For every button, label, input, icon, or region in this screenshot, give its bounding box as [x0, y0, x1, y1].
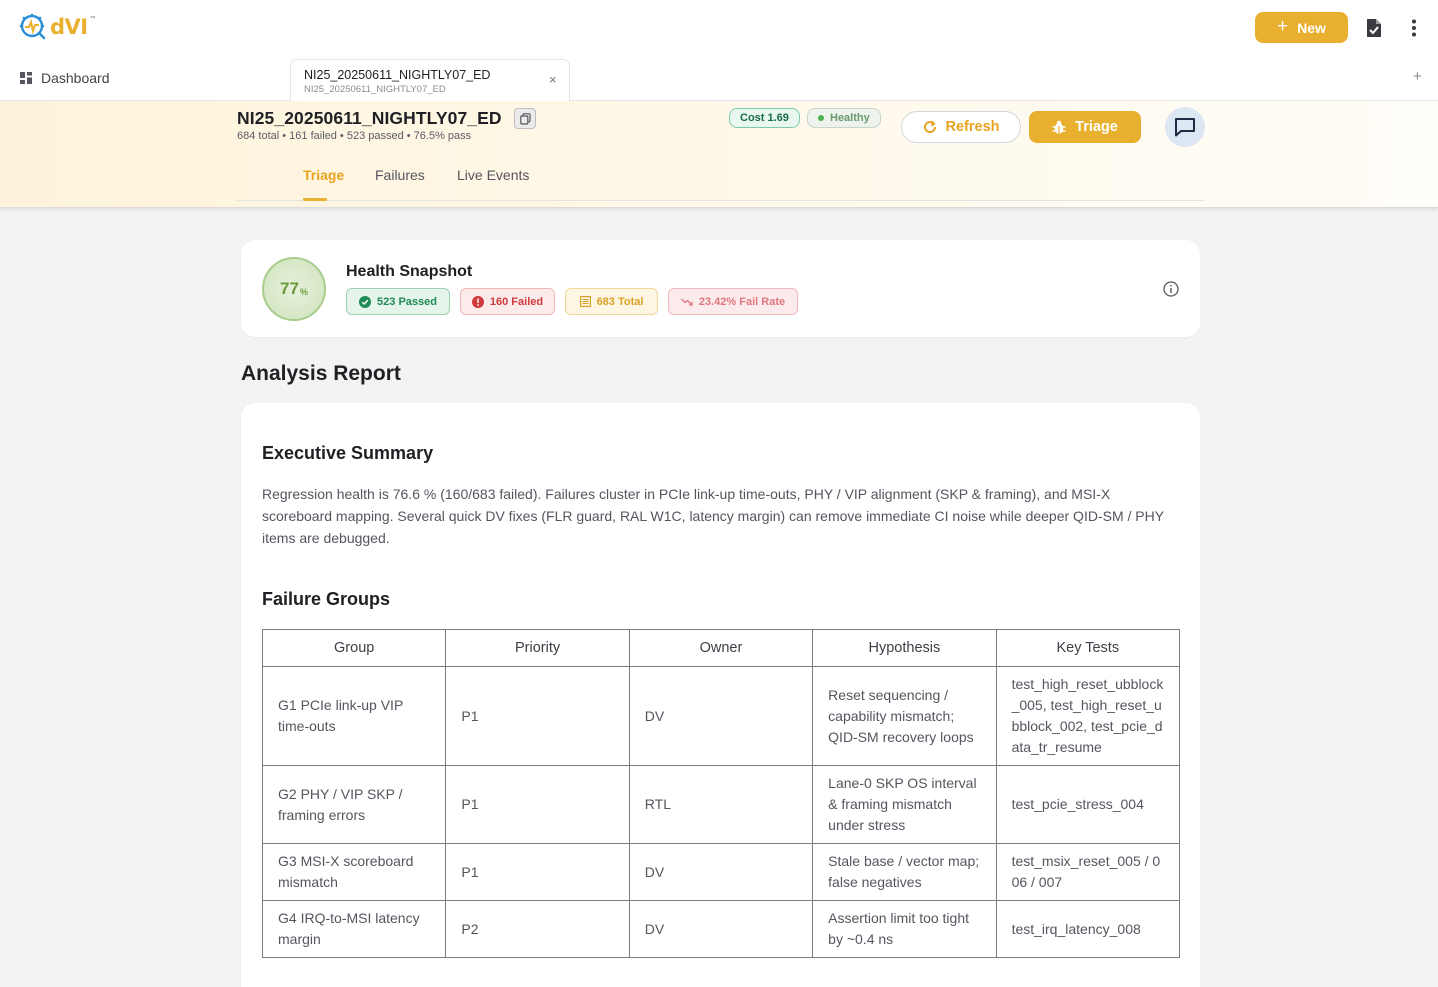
run-tab[interactable]: NI25_20250611_NIGHTLY07_ED NI25_20250611… [290, 59, 570, 102]
failed-pill: 160 Failed [460, 288, 555, 315]
top-bar: dVI ™ + New [0, 0, 1438, 56]
health-snapshot-card: 77 % Health Snapshot 523 Passed 160 Fail… [241, 240, 1200, 337]
fail-rate-pill: 23.42% Fail Rate [668, 288, 798, 315]
failed-label: 160 Failed [489, 295, 544, 308]
status-dot-icon [818, 115, 824, 121]
health-score: 77 [280, 279, 299, 298]
hypothesis-cell: Reset sequencing / capability mismatch; … [812, 666, 997, 766]
dashboard-label: Dashboard [41, 70, 110, 86]
new-button[interactable]: + New [1255, 12, 1348, 43]
refresh-label: Refresh [945, 119, 1000, 135]
cost-badge: Cost 1.69 [729, 108, 800, 128]
tab-live-events[interactable]: Live Events [457, 167, 529, 183]
dashboard-link[interactable]: Dashboard [20, 70, 110, 86]
list-icon [579, 296, 591, 307]
bug-icon [1052, 120, 1066, 134]
refresh-icon [923, 120, 936, 134]
more-vertical-icon [1412, 19, 1416, 37]
executive-summary-title: Executive Summary [262, 443, 434, 463]
run-tab-subtitle: NI25_20250611_NIGHTLY07_ED [304, 84, 446, 95]
group-cell: G1 PCIe link-up VIP time-outs [261, 666, 447, 766]
copy-icon [519, 112, 531, 125]
priority-cell: P1 [445, 765, 630, 844]
chat-button[interactable] [1165, 107, 1205, 147]
table-row: G3 MSI-X scoreboard mismatch P1 DV Stale… [261, 843, 1181, 901]
plus-icon: + [1277, 16, 1289, 37]
table-row: G2 PHY / VIP SKP / framing errors P1 RTL… [261, 765, 1181, 844]
executive-summary-text: Regression health is 76.6 % (160/683 fai… [262, 486, 1164, 546]
column-header: Owner [628, 629, 814, 667]
group-cell: G3 MSI-X scoreboard mismatch [261, 843, 447, 901]
app-logo[interactable]: dVI ™ [18, 12, 96, 42]
total-pill: 683 Total [565, 288, 658, 315]
hypothesis-cell: Stale base / vector map; false negatives [812, 843, 997, 901]
analysis-report-card: Executive Summary Regression health is 7… [241, 403, 1200, 987]
column-header: Key Tests [995, 629, 1181, 667]
logo-text: dVI [50, 15, 88, 39]
info-icon[interactable] [1162, 280, 1180, 298]
document-check-button[interactable] [1360, 14, 1388, 42]
chat-icon [1175, 118, 1195, 137]
key-tests-cell: test_high_reset_ubblock_005, test_high_r… [995, 666, 1181, 766]
table-header-row: Group Priority Owner Hypothesis Key Test… [261, 629, 1181, 667]
close-tab-icon[interactable]: × [549, 72, 557, 87]
column-header: Hypothesis [812, 629, 997, 667]
table-row: G4 IRQ-to-MSI latency margin P2 DV Asser… [261, 900, 1181, 958]
tab-triage[interactable]: Triage [303, 167, 344, 183]
priority-cell: P1 [445, 666, 630, 766]
passed-pill: 523 Passed [346, 288, 450, 315]
priority-cell: P2 [445, 900, 630, 958]
run-tab-title: NI25_20250611_NIGHTLY07_ED [304, 68, 491, 82]
column-header: Group [261, 629, 447, 667]
hypothesis-cell: Assertion limit too tight by ~0.4 ns [812, 900, 997, 958]
analysis-report-title: Analysis Report [241, 362, 401, 385]
health-title: Health Snapshot [346, 263, 473, 280]
failure-groups-title: Failure Groups [262, 589, 391, 609]
hypothesis-cell: Lane-0 SKP OS interval & framing mismatc… [812, 765, 997, 844]
run-header: NI25_20250611_NIGHTLY07_ED 684 total • 1… [0, 101, 1438, 208]
active-tab-indicator [303, 198, 327, 201]
health-badge-label: Healthy [830, 112, 870, 124]
passed-label: 523 Passed [377, 295, 437, 308]
document-check-icon [1367, 19, 1381, 37]
priority-cell: P1 [445, 843, 630, 901]
check-circle-icon [359, 295, 372, 308]
column-header: Priority [445, 629, 630, 667]
owner-cell: RTL [628, 765, 814, 844]
owner-cell: DV [628, 843, 814, 901]
new-button-label: New [1297, 19, 1326, 36]
more-options-button[interactable] [1400, 14, 1428, 42]
tab-failures[interactable]: Failures [375, 167, 425, 183]
key-tests-cell: test_msix_reset_005 / 006 / 007 [995, 843, 1181, 901]
key-tests-cell: test_pcie_stress_004 [995, 765, 1181, 844]
owner-cell: DV [628, 900, 814, 958]
add-tab-icon[interactable]: + [1413, 68, 1422, 85]
copy-title-button[interactable] [514, 108, 536, 129]
run-title: NI25_20250611_NIGHTLY07_ED [237, 108, 502, 128]
run-summary: 684 total • 161 failed • 523 passed • 76… [237, 130, 472, 142]
tab-bar: Dashboard NI25_20250611_NIGHTLY07_ED NI2… [0, 56, 1438, 102]
health-badge: Healthy [807, 108, 881, 128]
logo-icon [19, 13, 46, 40]
triage-button[interactable]: Triage [1029, 111, 1141, 143]
health-score-unit: % [299, 287, 308, 297]
logo-trademark: ™ [89, 16, 96, 22]
group-cell: G2 PHY / VIP SKP / framing errors [261, 765, 447, 844]
triage-label: Triage [1075, 119, 1118, 135]
run-subtabs: Triage Failures Live Events [237, 157, 1205, 201]
trending-down-icon [680, 298, 693, 306]
dashboard-icon [20, 72, 32, 84]
key-tests-cell: test_irq_latency_008 [995, 900, 1181, 958]
refresh-button[interactable]: Refresh [901, 111, 1021, 143]
alert-circle-icon [471, 295, 484, 308]
fail-rate-label: 23.42% Fail Rate [698, 295, 786, 308]
failure-groups-table: Group Priority Owner Hypothesis Key Test… [261, 629, 1181, 958]
health-score-ring: 77 % [262, 257, 326, 321]
total-label: 683 Total [596, 295, 644, 308]
owner-cell: DV [628, 666, 814, 766]
group-cell: G4 IRQ-to-MSI latency margin [261, 900, 447, 958]
table-row: G1 PCIe link-up VIP time-outs P1 DV Rese… [261, 666, 1181, 766]
